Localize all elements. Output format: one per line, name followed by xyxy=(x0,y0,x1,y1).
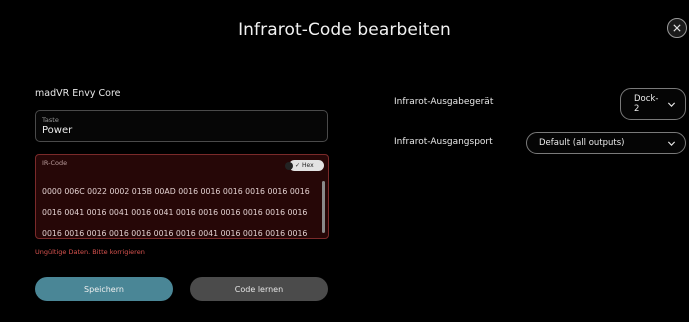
key-field-value[interactable]: Power xyxy=(42,125,72,136)
ir-code-text[interactable]: 0000 006C 0022 0002 015B 00AD 0016 0016 … xyxy=(42,181,318,238)
close-icon xyxy=(673,24,681,32)
hex-toggle-label: Hex xyxy=(302,162,314,169)
close-button[interactable] xyxy=(667,18,687,38)
ir-code-label: IR-Code xyxy=(42,159,68,167)
toggle-knob xyxy=(285,161,293,170)
output-port-select[interactable]: Default (all outputs) xyxy=(526,132,686,154)
learn-code-button[interactable]: Code lernen xyxy=(190,277,328,301)
key-field-label: Taste xyxy=(42,116,59,124)
ir-code-scrollbar[interactable] xyxy=(322,181,325,233)
output-device-value: Dock-2 xyxy=(634,94,659,114)
chevron-down-icon xyxy=(667,100,676,112)
output-device-label: Infrarot-Ausgabegerät xyxy=(394,97,494,107)
device-name: madVR Envy Core xyxy=(35,88,121,99)
key-field[interactable]: Taste Power xyxy=(35,110,328,142)
check-icon: ✓ xyxy=(295,162,301,169)
ir-code-field[interactable]: IR-Code ✓ Hex 0000 006C 0022 0002 015B 0… xyxy=(35,154,329,239)
dialog-title: Infrarot-Code bearbeiten xyxy=(238,20,451,40)
output-device-select[interactable]: Dock-2 xyxy=(620,88,686,120)
save-button[interactable]: Speichern xyxy=(35,277,173,301)
output-port-label: Infrarot-Ausgangsport xyxy=(394,137,493,147)
output-port-value: Default (all outputs) xyxy=(539,138,625,148)
error-message: Ungültige Daten. Bitte korrigieren xyxy=(35,248,145,256)
chevron-down-icon xyxy=(667,139,676,151)
hex-toggle[interactable]: ✓ Hex xyxy=(285,160,324,171)
